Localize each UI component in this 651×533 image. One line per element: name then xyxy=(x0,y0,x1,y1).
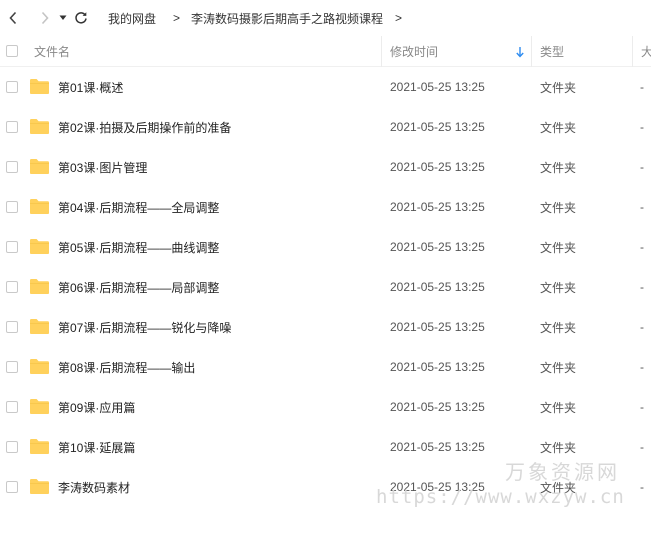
file-row[interactable]: 第02课·拍摄及后期操作前的准备 2021-05-25 13:25 文件夹 - xyxy=(0,107,651,147)
folder-icon xyxy=(30,199,49,214)
row-checkbox[interactable] xyxy=(6,481,18,493)
file-size: - xyxy=(640,160,644,174)
folder-icon xyxy=(30,79,49,94)
breadcrumb-root[interactable]: 我的网盘 xyxy=(108,10,156,27)
folder-icon xyxy=(30,319,49,334)
folder-icon xyxy=(30,359,49,374)
file-type: 文件夹 xyxy=(540,320,577,335)
file-row[interactable]: 第05课·后期流程——曲线调整 2021-05-25 13:25 文件夹 - xyxy=(0,227,651,267)
refresh-button[interactable] xyxy=(70,0,92,36)
file-modified: 2021-05-25 13:25 xyxy=(390,360,485,374)
toolbar: 我的网盘 > 李涛数码摄影后期高手之路视频课程 > xyxy=(0,0,651,36)
file-row[interactable]: 第03课·图片管理 2021-05-25 13:25 文件夹 - xyxy=(0,147,651,187)
folder-icon xyxy=(30,239,49,254)
file-modified: 2021-05-25 13:25 xyxy=(390,280,485,294)
row-checkbox[interactable] xyxy=(6,241,18,253)
row-checkbox[interactable] xyxy=(6,401,18,413)
watermark-title: 万象资源网 xyxy=(505,460,620,484)
file-type: 文件夹 xyxy=(540,160,577,175)
breadcrumb-separator[interactable]: > xyxy=(395,11,402,25)
file-type: 文件夹 xyxy=(540,80,577,95)
file-size: - xyxy=(640,280,644,294)
column-header: 文件名 修改时间 类型 大 xyxy=(0,36,651,67)
breadcrumb-current[interactable]: 李涛数码摄影后期高手之路视频课程 xyxy=(191,10,383,27)
column-header-modified[interactable]: 修改时间 xyxy=(390,36,532,67)
file-row[interactable]: 第09课·应用篇 2021-05-25 13:25 文件夹 - xyxy=(0,387,651,427)
file-row[interactable]: 第01课·概述 2021-05-25 13:25 文件夹 - xyxy=(0,67,651,107)
file-name[interactable]: 第08课·后期流程——输出 xyxy=(58,347,195,387)
file-name[interactable]: 第07课·后期流程——锐化与降噪 xyxy=(58,307,231,347)
watermark-url: https://www.wxzyw.cn xyxy=(376,486,625,508)
file-row[interactable]: 第04课·后期流程——全局调整 2021-05-25 13:25 文件夹 - xyxy=(0,187,651,227)
file-type: 文件夹 xyxy=(540,280,577,295)
breadcrumb: 我的网盘 > 李涛数码摄影后期高手之路视频课程 > xyxy=(108,10,413,27)
row-checkbox[interactable] xyxy=(6,121,18,133)
chevron-left-icon xyxy=(9,11,17,25)
file-type: 文件夹 xyxy=(540,360,577,375)
row-checkbox[interactable] xyxy=(6,281,18,293)
file-modified: 2021-05-25 13:25 xyxy=(390,400,485,414)
column-divider[interactable] xyxy=(381,36,382,67)
file-row[interactable]: 第06课·后期流程——局部调整 2021-05-25 13:25 文件夹 - xyxy=(0,267,651,307)
folder-icon xyxy=(30,479,49,494)
row-checkbox[interactable] xyxy=(6,201,18,213)
folder-icon xyxy=(30,439,49,454)
file-modified: 2021-05-25 13:25 xyxy=(390,120,485,134)
file-size: - xyxy=(640,360,644,374)
file-type: 文件夹 xyxy=(540,400,577,415)
column-header-type[interactable]: 类型 xyxy=(540,36,632,67)
breadcrumb-separator: > xyxy=(173,11,181,25)
file-size: - xyxy=(640,80,644,94)
row-checkbox[interactable] xyxy=(6,441,18,453)
file-size: - xyxy=(640,480,644,494)
arrow-down-icon[interactable] xyxy=(515,46,525,58)
file-size: - xyxy=(640,240,644,254)
column-header-size[interactable]: 大 xyxy=(641,36,651,67)
file-name[interactable]: 第03课·图片管理 xyxy=(58,147,147,187)
file-modified: 2021-05-25 13:25 xyxy=(390,200,485,214)
file-row[interactable]: 第07课·后期流程——锐化与降噪 2021-05-25 13:25 文件夹 - xyxy=(0,307,651,347)
file-type: 文件夹 xyxy=(540,240,577,255)
select-all-checkbox[interactable] xyxy=(6,45,18,57)
file-size: - xyxy=(640,320,644,334)
file-name[interactable]: 第02课·拍摄及后期操作前的准备 xyxy=(58,107,231,147)
file-name[interactable]: 第10课·延展篇 xyxy=(58,427,135,467)
column-divider[interactable] xyxy=(632,36,633,67)
row-checkbox[interactable] xyxy=(6,81,18,93)
file-name[interactable]: 第05课·后期流程——曲线调整 xyxy=(58,227,219,267)
file-type: 文件夹 xyxy=(540,200,577,215)
file-name[interactable]: 第04课·后期流程——全局调整 xyxy=(58,187,219,227)
chevron-right-icon xyxy=(41,11,49,25)
file-modified: 2021-05-25 13:25 xyxy=(390,80,485,94)
history-dropdown-button[interactable] xyxy=(56,0,70,36)
file-row[interactable]: 第08课·后期流程——输出 2021-05-25 13:25 文件夹 - xyxy=(0,347,651,387)
column-header-name[interactable]: 文件名 xyxy=(34,36,380,67)
folder-icon xyxy=(30,279,49,294)
file-size: - xyxy=(640,400,644,414)
file-modified: 2021-05-25 13:25 xyxy=(390,320,485,334)
file-modified: 2021-05-25 13:25 xyxy=(390,240,485,254)
file-size: - xyxy=(640,440,644,454)
file-size: - xyxy=(640,120,644,134)
row-checkbox[interactable] xyxy=(6,361,18,373)
row-checkbox[interactable] xyxy=(6,161,18,173)
file-name[interactable]: 第09课·应用篇 xyxy=(58,387,135,427)
forward-button[interactable] xyxy=(34,0,56,36)
row-checkbox[interactable] xyxy=(6,321,18,333)
file-modified: 2021-05-25 13:25 xyxy=(390,160,485,174)
file-size: - xyxy=(640,200,644,214)
file-modified: 2021-05-25 13:25 xyxy=(390,440,485,454)
caret-down-icon xyxy=(59,15,67,20)
file-name[interactable]: 第01课·概述 xyxy=(58,67,123,107)
column-divider[interactable] xyxy=(531,36,532,67)
folder-icon xyxy=(30,399,49,414)
refresh-icon xyxy=(75,12,87,24)
file-type: 文件夹 xyxy=(540,120,577,135)
folder-icon xyxy=(30,119,49,134)
back-button[interactable] xyxy=(2,0,24,36)
file-name[interactable]: 第06课·后期流程——局部调整 xyxy=(58,267,219,307)
file-name[interactable]: 李涛数码素材 xyxy=(58,467,130,507)
folder-icon xyxy=(30,159,49,174)
